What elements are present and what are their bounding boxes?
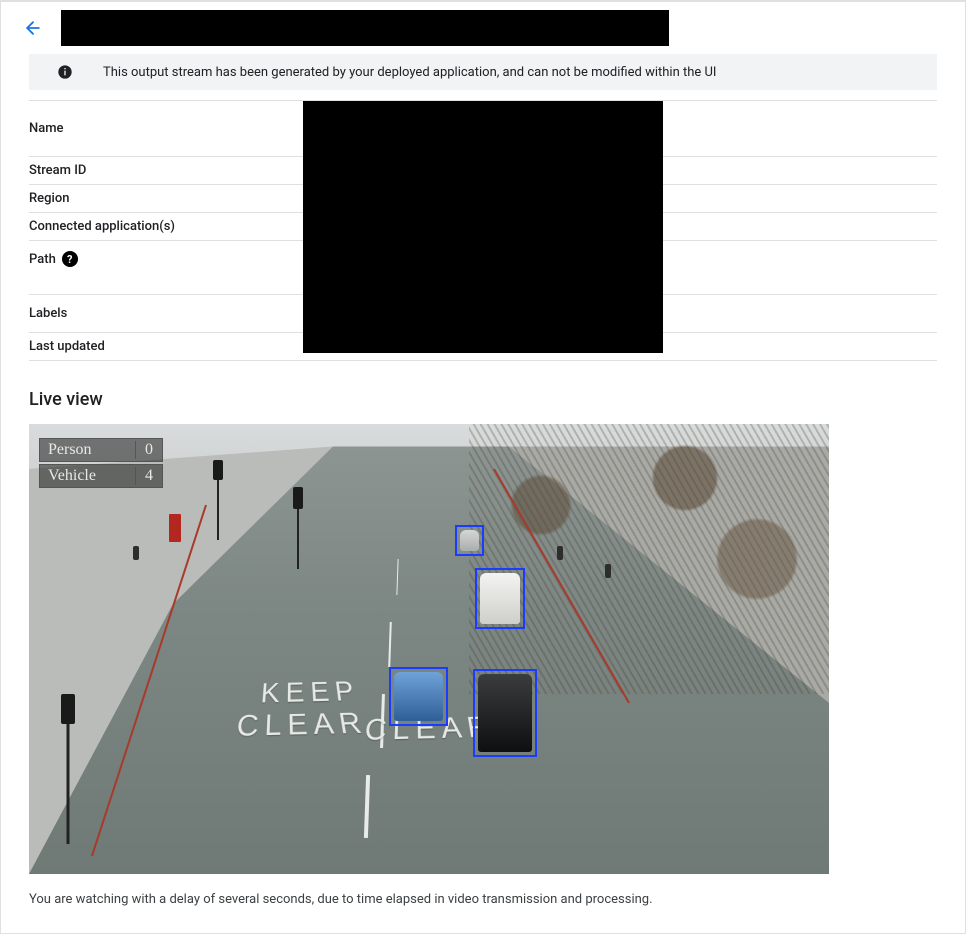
stream-details: Name Stream ID Region Connected applicat… bbox=[29, 100, 937, 361]
overlay-person-label: Person bbox=[40, 441, 136, 459]
vehicle-shape bbox=[394, 672, 443, 721]
page-header bbox=[1, 2, 965, 54]
detail-label-stream-id: Stream ID bbox=[29, 163, 86, 178]
overlay-vehicle-count: 4 bbox=[136, 467, 162, 485]
page-title-redacted bbox=[61, 10, 669, 46]
road-text-clear: CLEAR bbox=[234, 707, 370, 744]
traffic-light bbox=[213, 460, 223, 480]
detail-label-path: Path ? bbox=[29, 251, 78, 267]
phone-box bbox=[169, 514, 181, 542]
detection-bbox bbox=[455, 525, 484, 556]
detail-label-labels: Labels bbox=[29, 306, 67, 321]
vehicle-shape bbox=[478, 674, 532, 752]
content-area: This output stream has been generated by… bbox=[1, 54, 965, 927]
detail-label-connected-apps: Connected application(s) bbox=[29, 219, 175, 234]
detail-label-region: Region bbox=[29, 191, 69, 206]
live-view-frame: KEEP CLEAR CLEAR Person 0 Vehicle 4 bbox=[29, 424, 829, 874]
detection-bbox bbox=[473, 669, 537, 757]
overlay-vehicle-label: Vehicle bbox=[40, 467, 136, 485]
arrow-left-icon bbox=[23, 18, 43, 38]
delay-note: You are watching with a delay of several… bbox=[29, 892, 937, 907]
live-view-heading: Live view bbox=[29, 389, 937, 410]
detail-label-path-text: Path bbox=[29, 252, 56, 267]
overlay-vehicle: Vehicle 4 bbox=[39, 464, 163, 488]
pedestrian bbox=[133, 546, 139, 560]
detail-values-redacted bbox=[303, 101, 663, 353]
vehicle-shape bbox=[480, 573, 520, 624]
info-banner: This output stream has been generated by… bbox=[29, 54, 937, 90]
traffic-light bbox=[61, 694, 75, 724]
detection-bbox bbox=[389, 667, 448, 726]
vehicle-shape bbox=[460, 530, 479, 551]
traffic-light bbox=[293, 487, 303, 509]
pedestrian bbox=[557, 546, 563, 560]
detail-label-name: Name bbox=[29, 121, 64, 136]
info-banner-text: This output stream has been generated by… bbox=[103, 65, 716, 80]
help-icon[interactable]: ? bbox=[62, 251, 78, 267]
overlay-person-count: 0 bbox=[136, 441, 162, 459]
back-arrow-button[interactable] bbox=[23, 18, 43, 38]
detail-label-last-updated: Last updated bbox=[29, 339, 105, 354]
overlay-person: Person 0 bbox=[39, 438, 163, 462]
road-text-keep: KEEP bbox=[259, 676, 362, 710]
pedestrian bbox=[605, 564, 611, 578]
info-icon bbox=[57, 64, 73, 80]
scene-trees bbox=[469, 424, 829, 694]
detection-bbox bbox=[475, 568, 525, 629]
page-root: This output stream has been generated by… bbox=[0, 0, 966, 934]
